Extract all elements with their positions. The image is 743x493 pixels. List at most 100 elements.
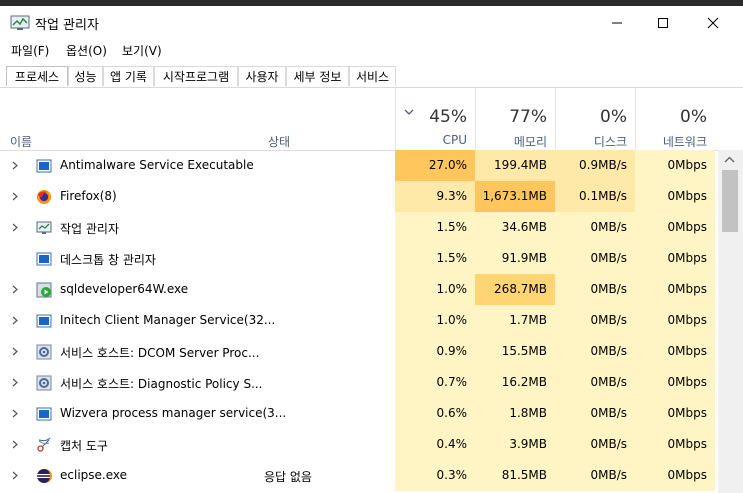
memory-cell: 15.5MB — [475, 336, 555, 367]
cpu-value: 1.0% — [436, 313, 468, 327]
cpu-cell: 27.0% — [395, 150, 475, 181]
memory-value: 1,673.1MB — [482, 189, 547, 203]
process-row[interactable]: 작업 관리자 1.5% 34.6MB 0MB/s 0Mbps — [0, 212, 715, 243]
window-title: 작업 관리자 — [35, 18, 99, 33]
cpu-cell: 1.5% — [395, 243, 475, 274]
process-status: 응답 없음 — [264, 470, 312, 484]
network-cell: 0Mbps — [635, 460, 715, 491]
disk-value: 0MB/s — [590, 437, 627, 451]
expand-chevron-icon[interactable] — [12, 378, 18, 387]
network-cell: 0Mbps — [635, 243, 715, 274]
expand-chevron-icon[interactable] — [12, 347, 18, 356]
minimize-icon — [612, 22, 622, 23]
process-row[interactable]: Firefox(8) 9.3% 1,673.1MB 0.1MB/s 0Mbps — [0, 181, 715, 212]
cpu-value: 1.5% — [436, 220, 468, 234]
network-cell: 0Mbps — [635, 181, 715, 212]
expand-chevron-icon[interactable] — [12, 316, 18, 325]
column-network-header[interactable]: 0% 네트워크 — [635, 88, 715, 150]
maximize-icon — [658, 17, 668, 28]
process-row[interactable]: eclipse.exe 응답 없음 0.3% 81.5MB 0MB/s 0Mbps — [0, 460, 715, 491]
disk-cell: 0MB/s — [555, 460, 635, 491]
cpu-value: 27.0% — [428, 158, 467, 172]
disk-cell: 0MB/s — [555, 398, 635, 429]
process-name: sqldeveloper64W.exe — [60, 282, 189, 296]
memory-total-percent: 77% — [509, 107, 547, 127]
disk-cell: 0.9MB/s — [555, 150, 635, 181]
menu-file[interactable]: 파일(F) — [11, 42, 49, 59]
memory-cell: 91.9MB — [475, 243, 555, 274]
tab-startup[interactable]: 시작프로그램 — [154, 66, 238, 86]
network-value: 0Mbps — [667, 158, 707, 172]
column-name-header[interactable]: 이름 — [10, 133, 32, 150]
expand-chevron-icon[interactable] — [12, 440, 18, 449]
tab-processes[interactable]: 프로세스 — [6, 66, 68, 86]
cpu-cell: 0.6% — [395, 398, 475, 429]
tab-services[interactable]: 서비스 — [349, 66, 396, 86]
disk-cell: 0.1MB/s — [555, 181, 635, 212]
memory-cell: 34.6MB — [475, 212, 555, 243]
expand-chevron-icon[interactable] — [12, 285, 18, 294]
process-row[interactable]: 서비스 호스트: Diagnostic Policy S... 0.7% 16.2M… — [0, 367, 715, 398]
menu-options[interactable]: 옵션(O) — [66, 42, 107, 59]
menu-view[interactable]: 보기(V) — [122, 42, 162, 59]
memory-cell: 199.4MB — [475, 150, 555, 181]
tab-bar: 프로세스 성능 앱 기록 시작프로그램 사용자 세부 정보 서비스 — [0, 63, 743, 88]
minimize-button[interactable] — [594, 6, 640, 39]
network-value: 0Mbps — [667, 282, 707, 296]
service-host-icon — [36, 375, 52, 391]
cpu-cell: 1.0% — [395, 305, 475, 336]
process-row[interactable]: Initech Client Manager Service(32... 1.0%… — [0, 305, 715, 336]
process-list: Antimalware Service Executable 27.0% 199.4… — [0, 150, 715, 493]
process-name: 데스크톱 창 관리자 — [60, 253, 156, 267]
disk-value: 0.1MB/s — [579, 189, 627, 203]
disk-cell: 0MB/s — [555, 336, 635, 367]
column-header: 이름 상태 45% CPU 77% 메모리 0% 디스크 0% 네트워크 — [0, 88, 743, 151]
column-memory-header[interactable]: 77% 메모리 — [475, 88, 555, 150]
expand-chevron-icon[interactable] — [12, 471, 18, 480]
tab-users[interactable]: 사용자 — [238, 66, 286, 86]
cpu-cell: 9.3% — [395, 181, 475, 212]
close-button[interactable] — [690, 6, 736, 39]
memory-cell: 81.5MB — [475, 460, 555, 491]
process-name: 서비스 호스트: Diagnostic Policy S... — [60, 377, 263, 391]
memory-value: 15.5MB — [501, 344, 547, 358]
memory-value: 3.9MB — [509, 437, 547, 451]
menu-bar: 파일(F) 옵션(O) 보기(V) — [0, 39, 743, 61]
scrollbar-thumb[interactable] — [722, 170, 738, 232]
app-window-icon — [36, 407, 52, 421]
cpu-value: 0.3% — [436, 468, 468, 482]
app-window-icon — [36, 314, 52, 328]
process-row[interactable]: Antimalware Service Executable 27.0% 199.4… — [0, 150, 715, 181]
network-value: 0Mbps — [667, 468, 707, 482]
process-name: 작업 관리자 — [60, 222, 120, 236]
expand-chevron-icon[interactable] — [12, 161, 18, 170]
tab-performance[interactable]: 성능 — [68, 66, 103, 86]
process-row[interactable]: sqldeveloper64W.exe 1.0% 268.7MB 0MB/s 0Mbps — [0, 274, 715, 305]
expand-chevron-icon[interactable] — [12, 192, 18, 201]
disk-cell: 0MB/s — [555, 367, 635, 398]
tab-details[interactable]: 세부 정보 — [286, 66, 349, 86]
maximize-button[interactable] — [640, 6, 686, 39]
process-row[interactable]: 데스크톱 창 관리자 1.5% 91.9MB 0MB/s 0Mbps — [0, 243, 715, 274]
disk-cell: 0MB/s — [555, 212, 635, 243]
network-cell: 0Mbps — [635, 367, 715, 398]
tab-app-history[interactable]: 앱 기록 — [103, 66, 154, 86]
column-status-header[interactable]: 상태 — [268, 133, 290, 150]
expand-chevron-icon[interactable] — [12, 409, 18, 418]
disk-cell: 0MB/s — [555, 429, 635, 460]
memory-cell: 1.8MB — [475, 398, 555, 429]
scroll-up-icon[interactable] — [724, 156, 735, 163]
process-row[interactable]: Wizvera process manager service(3... 0.6%… — [0, 398, 715, 429]
expand-chevron-icon[interactable] — [12, 223, 18, 232]
cpu-value: 0.7% — [436, 375, 468, 389]
column-disk-header[interactable]: 0% 디스크 — [555, 88, 635, 150]
process-row[interactable]: 캡처 도구 0.4% 3.9MB 0MB/s 0Mbps — [0, 429, 715, 460]
title-bar[interactable]: 작업 관리자 — [0, 6, 743, 39]
app-window-icon — [36, 252, 52, 266]
network-total-percent: 0% — [680, 107, 707, 127]
disk-value: 0MB/s — [590, 313, 627, 327]
vertical-scrollbar[interactable] — [718, 150, 743, 493]
process-row[interactable]: 서비스 호스트: DCOM Server Proc... 0.9% 15.5MB 0M… — [0, 336, 715, 367]
column-cpu-header[interactable]: 45% CPU — [395, 88, 475, 150]
memory-label: 메모리 — [513, 135, 547, 149]
